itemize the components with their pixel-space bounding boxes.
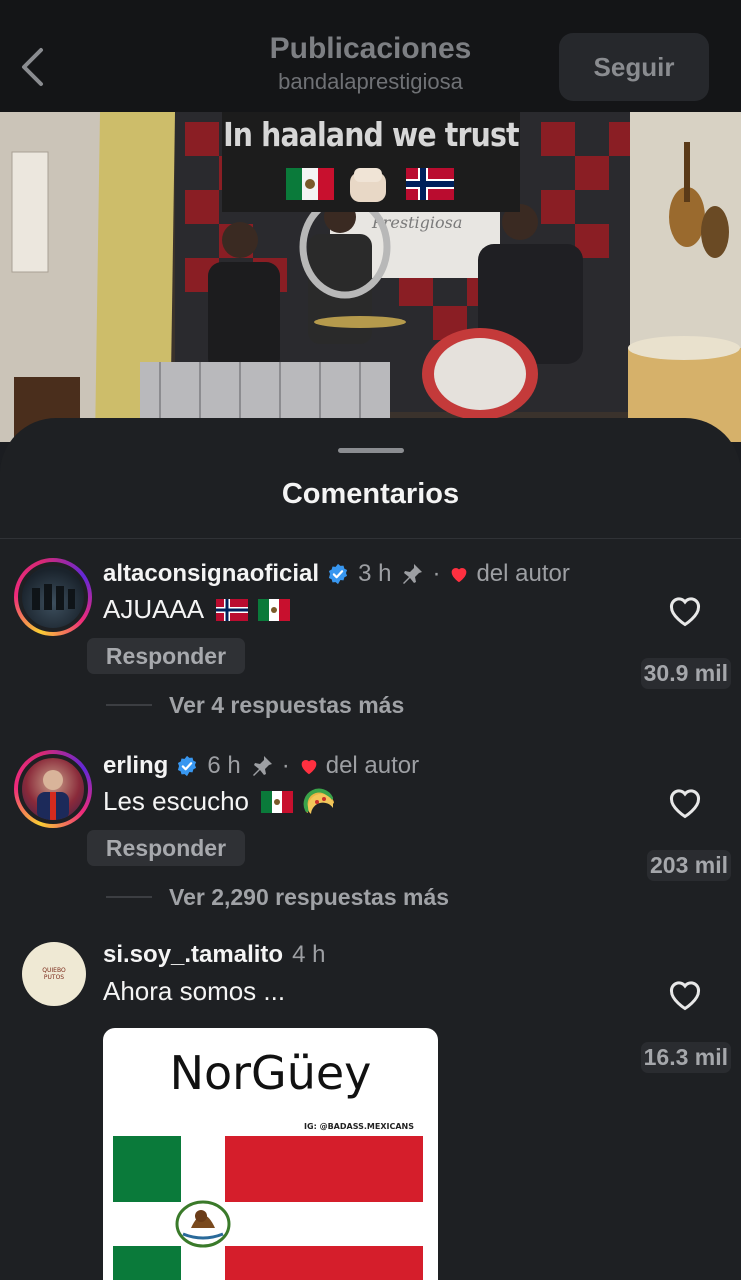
view-replies-label: Ver 4 respuestas más: [169, 691, 405, 718]
norguey-flag-image: [113, 1136, 423, 1280]
comment-username[interactable]: altaconsignaoficial: [103, 560, 319, 588]
mexico-flag-icon: [258, 598, 291, 621]
comment-image[interactable]: NorGüey IG: @BADASS.MEXICANS: [103, 1028, 438, 1280]
comment-username[interactable]: erling: [103, 752, 168, 780]
like-heart-icon[interactable]: [667, 978, 703, 1012]
comment-time: 3 h: [358, 560, 392, 587]
comment-text: Ahora somos ...: [103, 976, 285, 1007]
comment-time: 6 h: [207, 752, 241, 779]
comment-meta: altaconsignaoficial 3 h · del autor: [103, 557, 570, 591]
like-count: 30.9 mil: [640, 658, 731, 689]
comment-text: AJUAAA: [103, 594, 291, 625]
reply-button[interactable]: Responder: [87, 830, 245, 866]
drag-handle[interactable]: [338, 448, 404, 453]
avatar-image: [37, 770, 69, 820]
like-heart-icon[interactable]: [667, 786, 703, 820]
comment-time: 4 h: [292, 941, 326, 968]
comment-meta: erling 6 h · del autor: [103, 749, 419, 783]
comment-text: Les escucho: [103, 786, 337, 817]
video-preview[interactable]: Prestigiosa In haaland we trust: [0, 112, 741, 442]
avatar[interactable]: [14, 558, 92, 636]
separator-dot: ·: [432, 560, 441, 587]
author-liked-label: del autor: [325, 752, 420, 779]
mexico-fist-norway-emoji: [286, 168, 454, 202]
author-liked-label: del autor: [476, 560, 570, 587]
norway-flag-icon: [216, 598, 249, 621]
author-liked-heart-icon: [301, 760, 317, 775]
replies-line: [106, 896, 152, 898]
verified-badge-icon: [328, 563, 348, 585]
like-heart-icon[interactable]: [667, 594, 703, 628]
pin-icon: [403, 564, 423, 584]
comment-text-body: AJUAAA: [103, 594, 205, 624]
follow-button[interactable]: Seguir: [559, 33, 709, 101]
banner-text: In haaland we trust: [223, 114, 520, 154]
view-replies[interactable]: Ver 4 respuestas más: [106, 690, 404, 720]
comment-meta: si.soy_.tamalito 4 h: [103, 938, 325, 972]
separator-dot: ·: [281, 752, 290, 779]
avatar-image: [32, 584, 75, 610]
comments-sheet: Comentarios altaconsignaoficial 3 h · de…: [0, 418, 741, 1280]
author-liked-heart-icon: [452, 568, 467, 583]
taco-icon: [303, 788, 334, 814]
comment-username[interactable]: si.soy_.tamalito: [103, 941, 283, 969]
mexico-flag-icon: [260, 790, 293, 813]
comment-text-body: Les escucho: [103, 786, 249, 816]
view-replies[interactable]: Ver 2,290 respuestas más: [106, 882, 449, 912]
like-count: 16.3 mil: [640, 1042, 731, 1073]
view-replies-label: Ver 2,290 respuestas más: [169, 883, 450, 910]
reply-button[interactable]: Responder: [87, 638, 245, 674]
video-banner: In haaland we trust: [222, 112, 520, 156]
replies-line: [106, 704, 152, 706]
banner-emoji-row: [222, 156, 520, 212]
avatar[interactable]: QUIEBO PUTOS: [22, 942, 86, 1006]
like-count: 203 mil: [647, 850, 731, 881]
verified-badge-icon: [178, 755, 197, 777]
avatar[interactable]: [14, 750, 92, 828]
avatar-text: QUIEBO PUTOS: [42, 967, 66, 981]
comment-text-body: Ahora somos ...: [103, 976, 286, 1006]
divider: [0, 538, 741, 539]
pin-icon: [252, 756, 272, 776]
top-bar: Publicaciones bandalaprestigiosa Seguir: [0, 0, 741, 112]
comments-title: Comentarios: [281, 478, 460, 510]
